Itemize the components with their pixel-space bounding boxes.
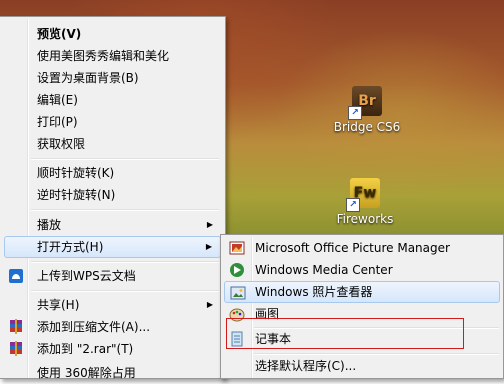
- desktop-shortcut-fireworks[interactable]: Fw ↗ Fireworks: [320, 178, 410, 226]
- office-picture-manager-icon: [229, 241, 245, 255]
- winrar-icon: [10, 319, 22, 334]
- submenu-item-office-picture-manager[interactable]: Microsoft Office Picture Manager: [224, 237, 500, 259]
- menu-item-360-unlock[interactable]: 使用 360解除占用: [4, 362, 221, 384]
- submenu-item-choose-default[interactable]: 选择默认程序(C)...: [224, 355, 500, 377]
- menu-item-add-to-archive[interactable]: 添加到压缩文件(A)...: [4, 316, 221, 338]
- desktop-shortcut-label: Fireworks: [336, 212, 394, 226]
- winrar-icon: [10, 341, 22, 356]
- menu-item-add-to-rar[interactable]: 添加到 "2.rar"(T): [4, 338, 221, 360]
- wps-cloud-icon: [9, 269, 23, 283]
- annotation-highlight-box: [226, 318, 464, 349]
- menu-item-play[interactable]: 播放 ▶: [4, 214, 221, 236]
- menu-item-take-ownership[interactable]: 获取权限: [4, 133, 221, 155]
- menu-item-print[interactable]: 打印(P): [4, 111, 221, 133]
- menu-separator: [31, 209, 219, 211]
- submenu-arrow-icon: ▶: [206, 300, 213, 309]
- menu-item-open-with[interactable]: 打开方式(H) ▶: [4, 236, 221, 258]
- desktop-shortcut-label: Bridge CS6: [333, 120, 401, 134]
- menu-item-edit[interactable]: 编辑(E): [4, 89, 221, 111]
- desktop-shortcut-bridge[interactable]: Br ↗ Bridge CS6: [322, 86, 412, 134]
- menu-separator: [31, 261, 219, 263]
- submenu-item-photo-viewer[interactable]: Windows 照片查看器: [224, 281, 500, 303]
- shortcut-arrow-icon: ↗: [348, 106, 362, 120]
- photo-viewer-icon: [230, 286, 246, 300]
- submenu-arrow-icon: ▶: [205, 242, 212, 251]
- shortcut-arrow-icon: ↗: [346, 198, 360, 212]
- adobe-bridge-icon: Br ↗: [348, 86, 382, 120]
- menu-item-upload-wps[interactable]: 上传到WPS云文档: [4, 265, 221, 287]
- menu-separator: [31, 290, 219, 292]
- menu-separator: [31, 158, 219, 160]
- adobe-fireworks-icon: Fw ↗: [346, 178, 380, 212]
- menu-item-rotate-counterclockwise[interactable]: 逆时针旋转(N): [4, 184, 221, 206]
- menu-item-share[interactable]: 共享(H) ▶: [4, 294, 221, 316]
- menu-item-rotate-clockwise[interactable]: 顺时针旋转(K): [4, 162, 221, 184]
- context-menu: 预览(V) 使用美图秀秀编辑和美化 设置为桌面背景(B) 编辑(E) 打印(P)…: [0, 16, 226, 380]
- submenu-item-media-center[interactable]: Windows Media Center: [224, 259, 500, 281]
- open-with-submenu: Microsoft Office Picture Manager Windows…: [220, 234, 504, 379]
- media-center-icon: [230, 263, 244, 277]
- menu-item-meitu-edit[interactable]: 使用美图秀秀编辑和美化: [4, 45, 221, 67]
- submenu-arrow-icon: ▶: [206, 220, 213, 229]
- menu-item-preview[interactable]: 预览(V): [4, 23, 221, 45]
- menu-item-set-wallpaper[interactable]: 设置为桌面背景(B): [4, 67, 221, 89]
